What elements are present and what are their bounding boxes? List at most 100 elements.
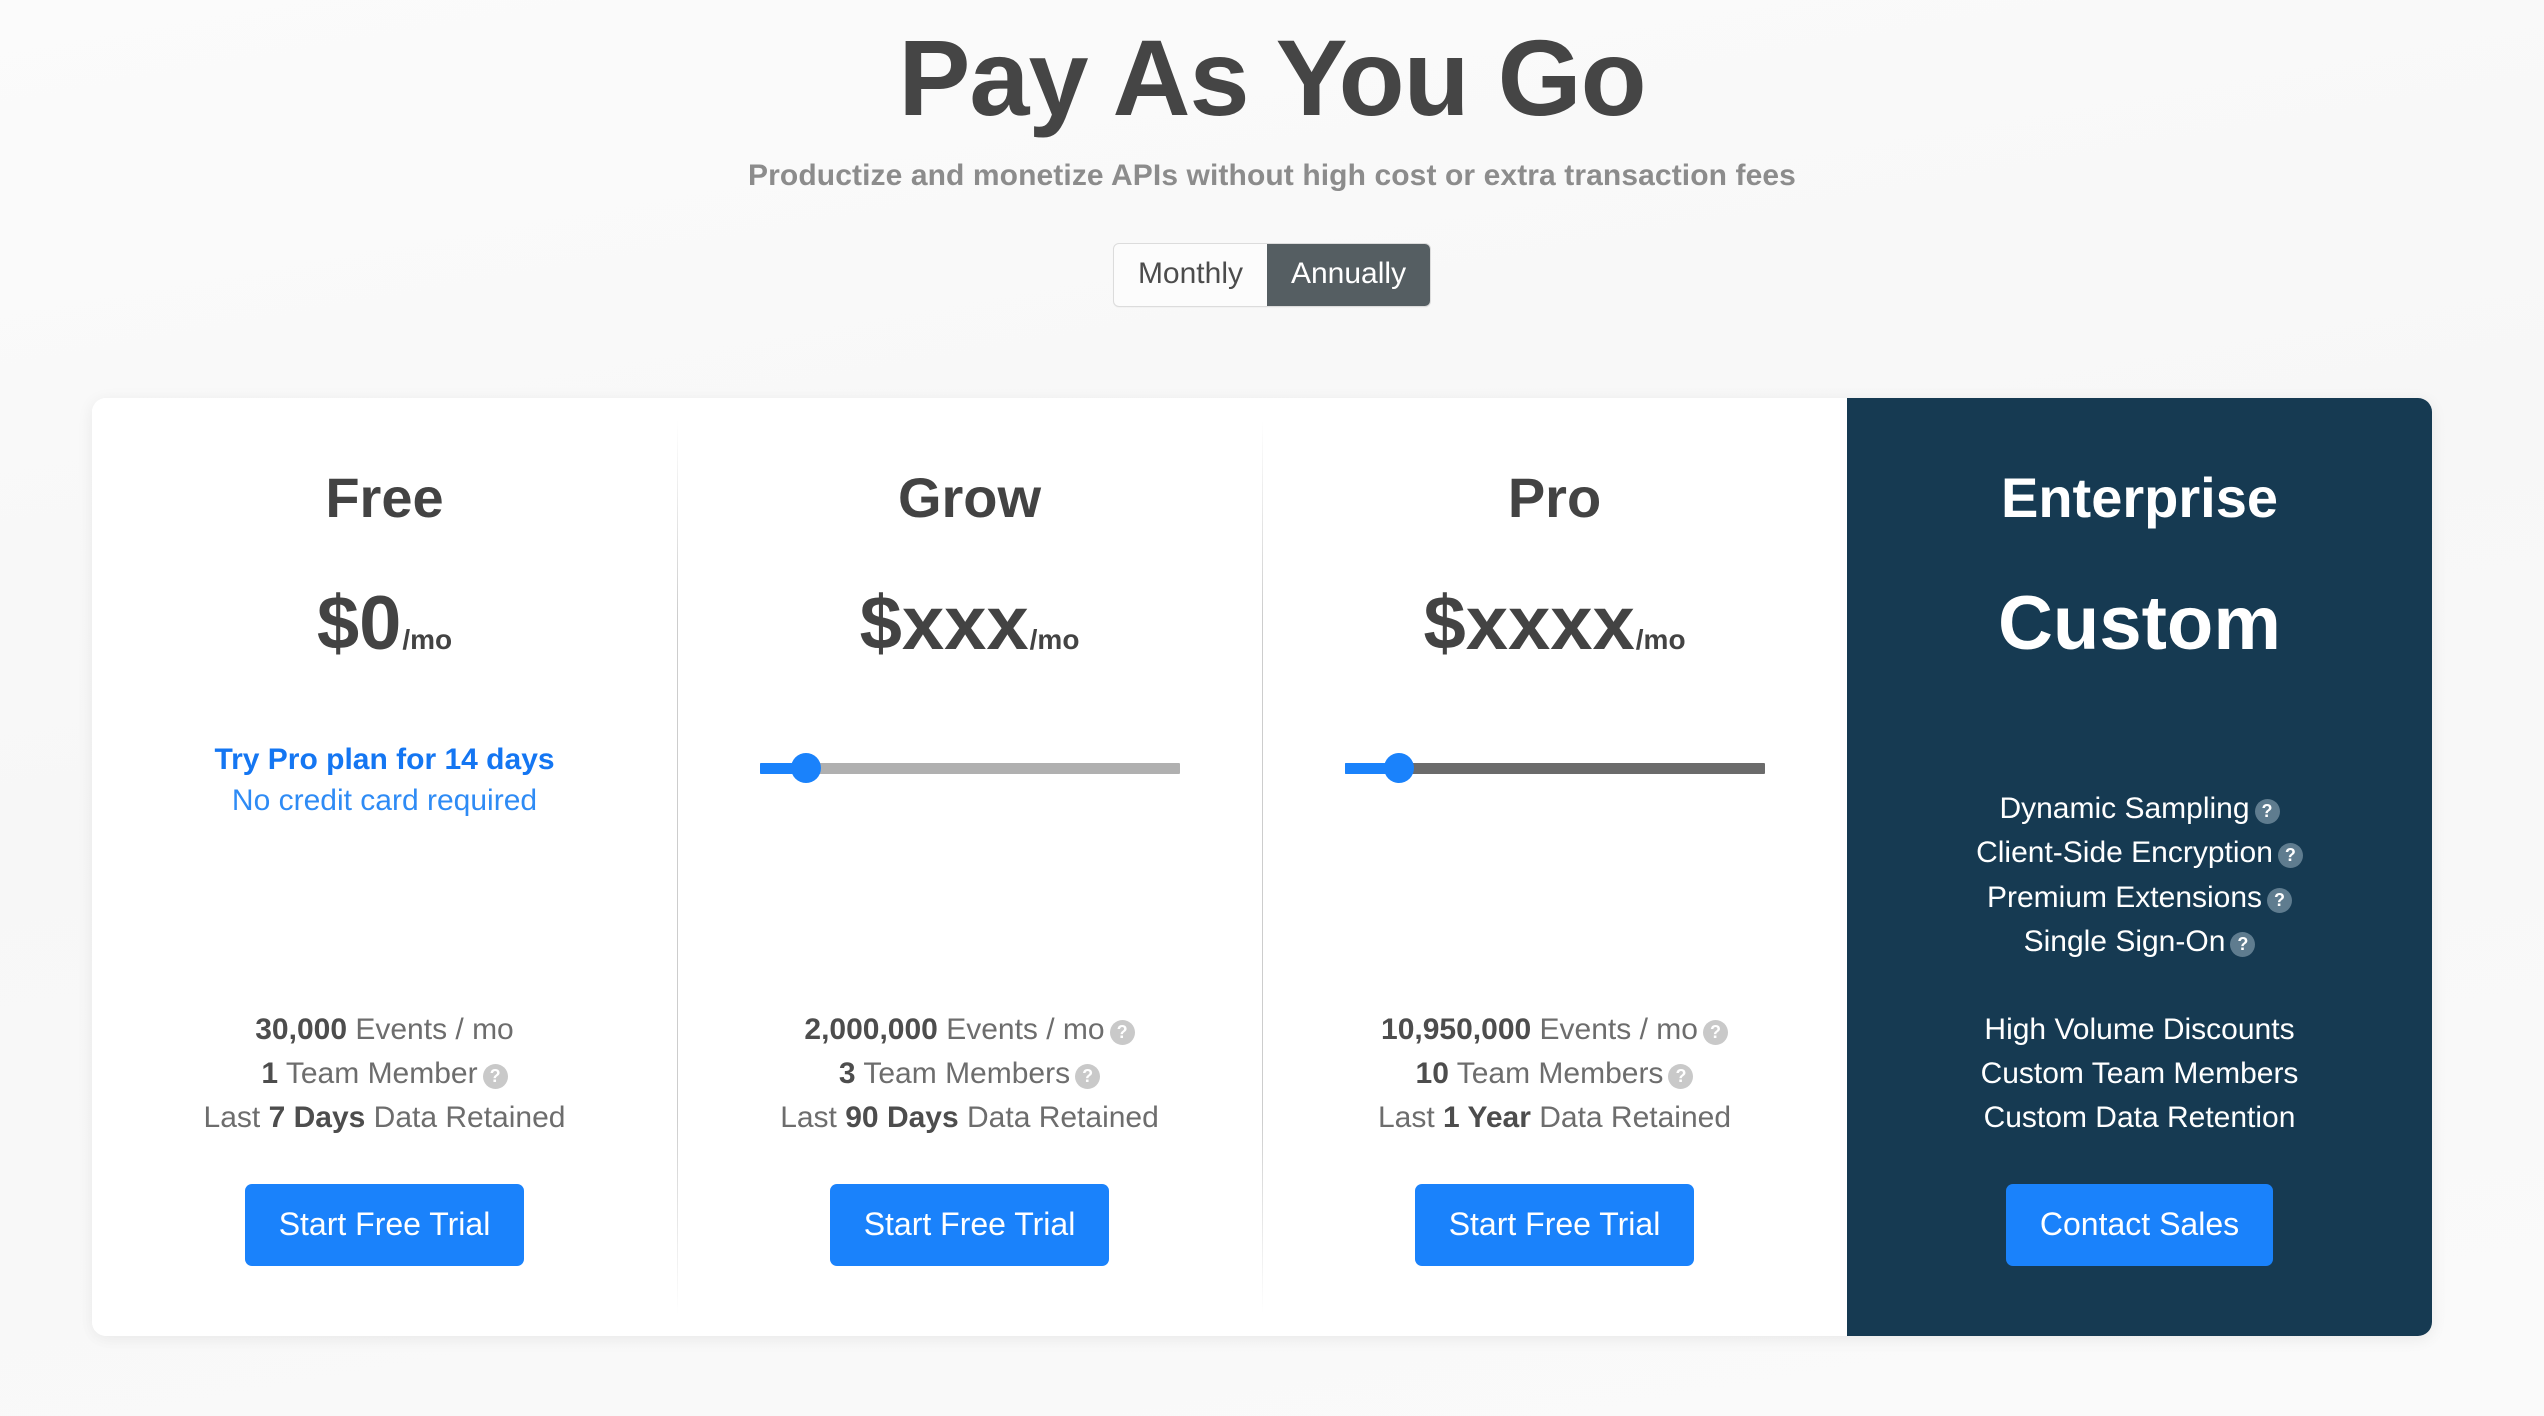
feature-events-value-grow: 2,000,000 <box>804 1012 938 1046</box>
plan-price-value-grow: $xxx <box>859 581 1029 666</box>
trial-no-card-note: No credit card required <box>231 783 538 817</box>
feature-retention-free: Last 7 Days Data Retained <box>92 1096 677 1140</box>
feature-members-value-pro: 10 <box>1415 1056 1449 1090</box>
plan-price-free: $0 /mo <box>317 586 452 662</box>
events-slider-grow[interactable] <box>759 753 1180 783</box>
slider-track-grow <box>759 763 1180 774</box>
help-icon[interactable]: ? <box>1075 1063 1101 1089</box>
plan-price-value-pro: $xxxx <box>1423 581 1635 666</box>
feature-members-label-grow: Team Members <box>855 1056 1071 1090</box>
feature-events-grow: 2,000,000 Events / mo? <box>677 1008 1262 1052</box>
plan-price-suffix-pro: /mo <box>1635 624 1686 655</box>
plan-card-enterprise: Enterprise Custom Dynamic Sampling? Clie… <box>1847 398 2432 1336</box>
list-item: Single Sign-On? <box>1847 920 2432 964</box>
feature-retention-value-free: 7 Days <box>268 1100 366 1134</box>
feature-events-label-grow: Events / mo <box>937 1012 1105 1046</box>
feature-events-free: 30,000 Events / mo <box>92 1008 677 1052</box>
feature-retention-suffix-free: Data Retained <box>365 1100 566 1134</box>
slider-thumb-pro[interactable] <box>1384 753 1415 783</box>
list-item: High Volume Discounts <box>1984 1012 2295 1046</box>
help-icon[interactable]: ? <box>1702 1019 1728 1045</box>
feature-members-pro: 10 Team Members? <box>1262 1052 1847 1096</box>
cta-wrapper-grow: Start Free Trial <box>677 1184 1262 1266</box>
page-title: Pay As You Go <box>898 17 1646 138</box>
feature-label: Premium Extensions <box>1986 880 2263 914</box>
plan-price-enterprise: Custom <box>1998 586 2281 662</box>
plan-card-grow: Grow $xxx /mo 2,000,000 Events / mo? 3 T… <box>677 398 1262 1336</box>
feature-events-value-free: 30,000 <box>255 1012 348 1046</box>
start-free-trial-button-free[interactable]: Start Free Trial <box>244 1184 525 1266</box>
page-subtitle: Productize and monetize APIs without hig… <box>748 158 1796 192</box>
feature-label: Single Sign-On <box>2023 924 2226 958</box>
plan-card-pro: Pro $xxxx /mo 10,950,000 Events / mo? 10… <box>1262 398 1847 1336</box>
plan-name-enterprise: Enterprise <box>2001 466 2278 529</box>
plan-price-grow: $xxx /mo <box>860 586 1080 662</box>
start-free-trial-button-grow[interactable]: Start Free Trial <box>829 1184 1110 1266</box>
help-icon[interactable]: ? <box>2277 843 2303 869</box>
feature-members-grow: 3 Team Members? <box>677 1052 1262 1096</box>
toggle-monthly[interactable]: Monthly <box>1114 244 1267 306</box>
feature-retention-suffix-pro: Data Retained <box>1530 1100 1732 1134</box>
plan-price-suffix-free: /mo <box>402 624 453 655</box>
feature-events-label-pro: Events / mo <box>1531 1012 1698 1046</box>
feature-retention-prefix-free: Last <box>203 1100 269 1134</box>
pricing-page: Pay As You Go Productize and monetize AP… <box>0 0 2544 1416</box>
help-icon[interactable]: ? <box>2254 799 2280 825</box>
help-icon[interactable]: ? <box>1668 1063 1694 1089</box>
feature-events-label-free: Events / mo <box>347 1012 514 1046</box>
plan-price-value-free: $0 <box>316 581 402 666</box>
enterprise-bottom-features: High Volume Discounts Custom Team Member… <box>1847 1008 2432 1140</box>
feature-retention-suffix-grow: Data Retained <box>958 1100 1159 1134</box>
list-item: Custom Data Retention <box>1983 1100 2296 1134</box>
feature-label: Client-Side Encryption <box>1976 836 2273 870</box>
list-item: Dynamic Sampling? <box>1847 787 2432 831</box>
plan-features-grow: 2,000,000 Events / mo? 3 Team Members? L… <box>677 1008 1262 1336</box>
cta-wrapper-pro: Start Free Trial <box>1262 1184 1847 1266</box>
plan-price-pro: $xxxx /mo <box>1423 586 1685 662</box>
plan-name-grow: Grow <box>897 466 1042 529</box>
help-icon[interactable]: ? <box>2230 931 2256 957</box>
trial-offer-link[interactable]: Try Pro plan for 14 days <box>214 740 554 781</box>
help-icon[interactable]: ? <box>482 1063 508 1089</box>
feature-events-value-pro: 10,950,000 <box>1381 1012 1532 1046</box>
billing-toggle[interactable]: Monthly Annually <box>1112 242 1432 307</box>
feature-members-label-pro: Team Members <box>1448 1056 1664 1090</box>
plan-name-pro: Pro <box>1507 466 1602 529</box>
feature-retention-prefix-pro: Last <box>1377 1100 1443 1134</box>
feature-retention-grow: Last 90 Days Data Retained <box>677 1096 1262 1140</box>
feature-members-value-free: 1 <box>261 1056 279 1090</box>
pricing-cards: Free $0 /mo Try Pro plan for 14 days No … <box>92 398 2432 1336</box>
plan-features-free: 30,000 Events / mo 1 Team Member? Last 7… <box>92 1008 677 1336</box>
feature-retention-value-pro: 1 Year <box>1443 1100 1531 1134</box>
feature-retention-prefix-grow: Last <box>780 1100 846 1134</box>
trial-note: Try Pro plan for 14 days No credit card … <box>214 740 554 822</box>
plan-features-pro: 10,950,000 Events / mo? 10 Team Members?… <box>1262 1008 1847 1336</box>
list-item: Custom Team Members <box>1980 1056 2299 1090</box>
help-icon[interactable]: ? <box>1109 1019 1135 1045</box>
billing-toggle-wrapper: Monthly Annually <box>0 242 2544 307</box>
cta-wrapper-enterprise: Contact Sales <box>1847 1184 2432 1266</box>
slider-thumb-grow[interactable] <box>790 753 821 783</box>
feature-retention-pro: Last 1 Year Data Retained <box>1262 1096 1847 1140</box>
feature-members-value-grow: 3 <box>838 1056 856 1090</box>
cta-wrapper-free: Start Free Trial <box>92 1184 677 1266</box>
events-slider-pro[interactable] <box>1344 753 1765 783</box>
help-icon[interactable]: ? <box>2267 887 2293 913</box>
page-header: Pay As You Go Productize and monetize AP… <box>0 8 2544 193</box>
feature-members-free: 1 Team Member? <box>92 1052 677 1096</box>
start-free-trial-button-pro[interactable]: Start Free Trial <box>1414 1184 1695 1266</box>
contact-sales-button[interactable]: Contact Sales <box>2005 1184 2274 1266</box>
plan-price-value-enterprise: Custom <box>1998 581 2281 666</box>
list-item: Premium Extensions? <box>1847 876 2432 920</box>
plan-name-free: Free <box>325 466 444 529</box>
plan-features-enterprise: Dynamic Sampling? Client-Side Encryption… <box>1847 787 2432 1336</box>
plan-price-suffix-grow: /mo <box>1029 624 1080 655</box>
feature-members-label-free: Team Member <box>278 1056 478 1090</box>
list-item: Client-Side Encryption? <box>1847 831 2432 875</box>
feature-events-pro: 10,950,000 Events / mo? <box>1262 1008 1847 1052</box>
enterprise-top-features: Dynamic Sampling? Client-Side Encryption… <box>1847 787 2432 963</box>
toggle-annually[interactable]: Annually <box>1266 243 1431 306</box>
feature-label: Dynamic Sampling <box>1999 792 2250 826</box>
feature-retention-value-grow: 90 Days <box>845 1100 959 1134</box>
plan-card-free: Free $0 /mo Try Pro plan for 14 days No … <box>92 398 677 1336</box>
